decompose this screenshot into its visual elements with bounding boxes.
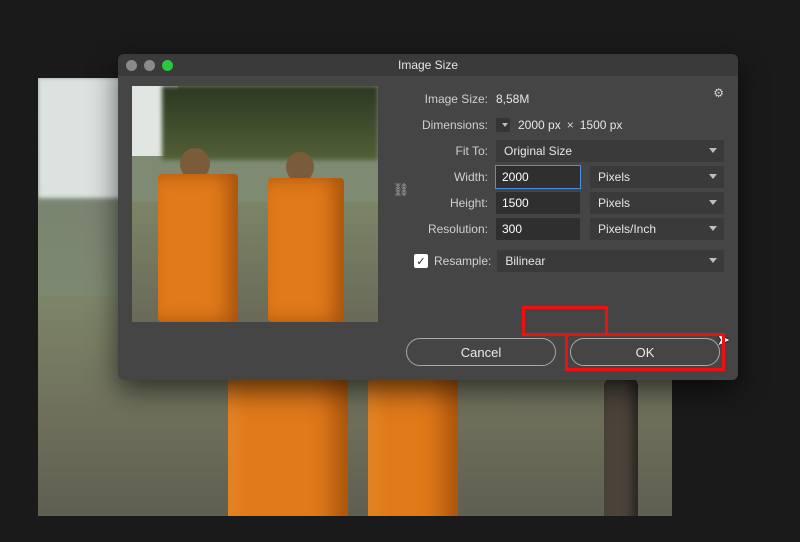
resolution-input[interactable] <box>496 218 580 240</box>
height-label: Height: <box>410 196 496 210</box>
form-panel: Image Size: 8,58M Dimensions: 2000 px × … <box>392 86 724 322</box>
dialog-titlebar: Image Size <box>118 54 738 76</box>
resample-checkbox[interactable]: ✓ <box>414 254 428 268</box>
cancel-button[interactable]: Cancel <box>406 338 556 366</box>
constrain-link[interactable]: ⛓ <box>392 164 410 216</box>
dimensions-x: × <box>561 118 580 132</box>
resample-label: Resample: <box>434 254 491 268</box>
resolution-unit-select[interactable]: Pixels/Inch <box>590 218 724 240</box>
resample-method: Bilinear <box>505 254 545 268</box>
ok-label: OK <box>636 345 655 360</box>
fit-to-value: Original Size <box>504 144 572 158</box>
ok-button[interactable]: OK <box>570 338 720 366</box>
image-size-value: 8,58M <box>496 92 529 106</box>
width-unit-select[interactable]: Pixels <box>590 166 724 188</box>
dimensions-label: Dimensions: <box>392 118 496 132</box>
dimensions-height: 1500 px <box>580 118 623 132</box>
height-input[interactable] <box>496 192 580 214</box>
width-label: Width: <box>410 170 496 184</box>
width-unit: Pixels <box>598 170 630 184</box>
resolution-unit: Pixels/Inch <box>598 222 656 236</box>
height-unit: Pixels <box>598 196 630 210</box>
check-icon: ✓ <box>416 255 425 268</box>
fit-to-label: Fit To: <box>392 144 496 158</box>
resolution-label: Resolution: <box>392 222 496 236</box>
resample-method-select[interactable]: Bilinear <box>497 250 724 272</box>
dimensions-width: 2000 px <box>518 118 561 132</box>
link-icon: ⛓ <box>393 182 410 198</box>
image-preview <box>132 86 378 322</box>
image-size-dialog: Image Size ⚙ Image Size: 8,58M Dimension… <box>118 54 738 380</box>
gear-icon[interactable]: ⚙ <box>713 86 724 100</box>
width-input[interactable] <box>496 166 580 188</box>
height-unit-select[interactable]: Pixels <box>590 192 724 214</box>
cancel-label: Cancel <box>461 345 501 360</box>
dimensions-unit-menu[interactable] <box>496 118 510 132</box>
dialog-title: Image Size <box>118 58 738 72</box>
image-size-label: Image Size: <box>392 92 496 106</box>
fit-to-select[interactable]: Original Size <box>496 140 724 162</box>
